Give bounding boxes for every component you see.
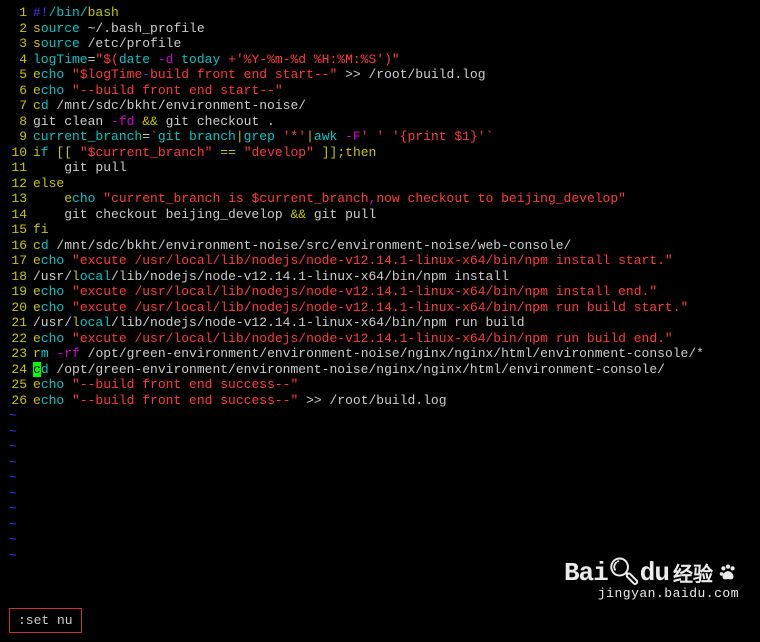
- line-number: 12: [3, 176, 27, 192]
- line-number: 13: [3, 191, 27, 207]
- line-number: 14: [3, 207, 27, 223]
- code-content[interactable]: echo "excute /usr/local/lib/nodejs/node-…: [33, 284, 657, 300]
- tilde-line: ~: [3, 548, 757, 564]
- code-content[interactable]: git clean -fd && git checkout .: [33, 114, 275, 130]
- code-line[interactable]: 7 cd /mnt/sdc/bkht/environment-noise/: [3, 98, 757, 114]
- tilde-line: ~: [3, 501, 757, 517]
- line-number: 7: [3, 98, 27, 114]
- code-line[interactable]: 18/usr/local/lib/nodejs/node-v12.14.1-li…: [3, 269, 757, 285]
- code-content[interactable]: logTime="$(date -d today +'%Y-%m-%d %H:%…: [33, 52, 400, 68]
- code-content[interactable]: echo "excute /usr/local/lib/nodejs/node-…: [33, 253, 673, 269]
- code-line[interactable]: 11 git pull: [3, 160, 757, 176]
- code-line[interactable]: 15 fi: [3, 222, 757, 238]
- code-content[interactable]: rm -rf /opt/green-environment/environmen…: [33, 346, 704, 362]
- code-content[interactable]: #!/bin/bash: [33, 5, 119, 21]
- code-line[interactable]: 8 git clean -fd && git checkout .: [3, 114, 757, 130]
- tilde-line: ~: [3, 486, 757, 502]
- code-content[interactable]: if [[ "$current_branch" == "develop" ]];…: [33, 145, 376, 161]
- code-line[interactable]: 21/usr/local/lib/nodejs/node-v12.14.1-li…: [3, 315, 757, 331]
- tilde-line: ~: [3, 439, 757, 455]
- code-line[interactable]: 12 else: [3, 176, 757, 192]
- line-number: 23: [3, 346, 27, 362]
- tilde-line: ~: [3, 455, 757, 471]
- line-number: 6: [3, 83, 27, 99]
- code-line[interactable]: 19 echo "excute /usr/local/lib/nodejs/nod…: [3, 284, 757, 300]
- line-number: 11: [3, 160, 27, 176]
- code-line[interactable]: 1 #!/bin/bash: [3, 5, 757, 21]
- watermark: Bai🔍︎du 经验 jingyan.baidu.com: [564, 557, 739, 601]
- line-number: 17: [3, 253, 27, 269]
- code-content[interactable]: source ~/.bash_profile: [33, 21, 205, 37]
- code-line[interactable]: 9 current_branch=`git branch|grep '*'|awk…: [3, 129, 757, 145]
- watermark-url: jingyan.baidu.com: [564, 586, 739, 601]
- line-number: 4: [3, 52, 27, 68]
- command-line[interactable]: :set nu: [9, 608, 82, 633]
- code-content[interactable]: echo "--build front end start--": [33, 83, 283, 99]
- code-content[interactable]: echo "current_branch is $current_branch,…: [33, 191, 626, 207]
- code-content[interactable]: echo "excute /usr/local/lib/nodejs/node-…: [33, 300, 688, 316]
- code-line[interactable]: 25 echo "--build front end success--": [3, 377, 757, 393]
- code-line[interactable]: 2 source ~/.bash_profile: [3, 21, 757, 37]
- line-number: 16: [3, 238, 27, 254]
- tilde-line: ~: [3, 517, 757, 533]
- code-content[interactable]: cd /opt/green-environment/environment-no…: [33, 362, 665, 378]
- tilde-line: ~: [3, 532, 757, 548]
- tilde-line: ~: [3, 470, 757, 486]
- vim-editor[interactable]: 1 #!/bin/bash 2 source ~/.bash_profile 3 sour…: [3, 3, 757, 639]
- code-content[interactable]: echo "--build front end success--" >> /r…: [33, 393, 447, 409]
- empty-lines: ~~~~~~~~~~: [3, 408, 757, 563]
- line-number: 9: [3, 129, 27, 145]
- code-line[interactable]: 6 echo "--build front end start--": [3, 83, 757, 99]
- code-line[interactable]: 4 logTime="$(date -d today +'%Y-%m-%d %H:…: [3, 52, 757, 68]
- code-line[interactable]: 16 cd /mnt/sdc/bkht/environment-noise/src…: [3, 238, 757, 254]
- code-area[interactable]: 1 #!/bin/bash 2 source ~/.bash_profile 3 sour…: [3, 3, 757, 408]
- tilde-line: ~: [3, 408, 757, 424]
- code-content[interactable]: current_branch=`git branch|grep '*'|awk …: [33, 129, 493, 145]
- code-content[interactable]: else: [33, 176, 64, 192]
- code-content[interactable]: source /etc/profile: [33, 36, 181, 52]
- line-number: 2: [3, 21, 27, 37]
- line-number: 19: [3, 284, 27, 300]
- code-line[interactable]: 3 source /etc/profile: [3, 36, 757, 52]
- code-content[interactable]: cd /mnt/sdc/bkht/environment-noise/: [33, 98, 306, 114]
- line-number: 26: [3, 393, 27, 409]
- line-number: 15: [3, 222, 27, 238]
- code-line[interactable]: 13 echo "current_branch is $current_bran…: [3, 191, 757, 207]
- code-content[interactable]: /usr/local/lib/nodejs/node-v12.14.1-linu…: [33, 269, 509, 285]
- code-content[interactable]: /usr/local/lib/nodejs/node-v12.14.1-linu…: [33, 315, 525, 331]
- code-content[interactable]: git checkout beijing_develop && git pull: [33, 207, 376, 223]
- line-number: 1: [3, 5, 27, 21]
- code-content[interactable]: echo "excute /usr/local/lib/nodejs/node-…: [33, 331, 673, 347]
- code-line[interactable]: 26 echo "--build front end success--" >> …: [3, 393, 757, 409]
- line-number: 25: [3, 377, 27, 393]
- code-content[interactable]: cd /mnt/sdc/bkht/environment-noise/src/e…: [33, 238, 571, 254]
- line-number: 5: [3, 67, 27, 83]
- code-content[interactable]: git pull: [33, 160, 127, 176]
- line-number: 21: [3, 315, 27, 331]
- code-line[interactable]: 23 rm -rf /opt/green-environment/environm…: [3, 346, 757, 362]
- line-number: 3: [3, 36, 27, 52]
- line-number: 22: [3, 331, 27, 347]
- code-line[interactable]: 22 echo "excute /usr/local/lib/nodejs/nod…: [3, 331, 757, 347]
- paw-icon: [717, 562, 739, 584]
- line-number: 10: [3, 145, 27, 161]
- code-line[interactable]: 14 git checkout beijing_develop && git p…: [3, 207, 757, 223]
- line-number: 18: [3, 269, 27, 285]
- code-content[interactable]: echo "$logTime-build front end start--" …: [33, 67, 486, 83]
- code-line[interactable]: 24 cd /opt/green-environment/environment-…: [3, 362, 757, 378]
- tilde-line: ~: [3, 424, 757, 440]
- code-content[interactable]: echo "--build front end success--": [33, 377, 298, 393]
- command-text: :set nu: [18, 613, 73, 628]
- line-number: 20: [3, 300, 27, 316]
- line-number: 8: [3, 114, 27, 130]
- line-number: 24: [3, 362, 27, 378]
- code-line[interactable]: 20 echo "excute /usr/local/lib/nodejs/nod…: [3, 300, 757, 316]
- code-content[interactable]: fi: [33, 222, 49, 238]
- code-line[interactable]: 17 echo "excute /usr/local/lib/nodejs/nod…: [3, 253, 757, 269]
- code-line[interactable]: 5 echo "$logTime-build front end start--"…: [3, 67, 757, 83]
- code-line[interactable]: 10 if [[ "$current_branch" == "develop" ]…: [3, 145, 757, 161]
